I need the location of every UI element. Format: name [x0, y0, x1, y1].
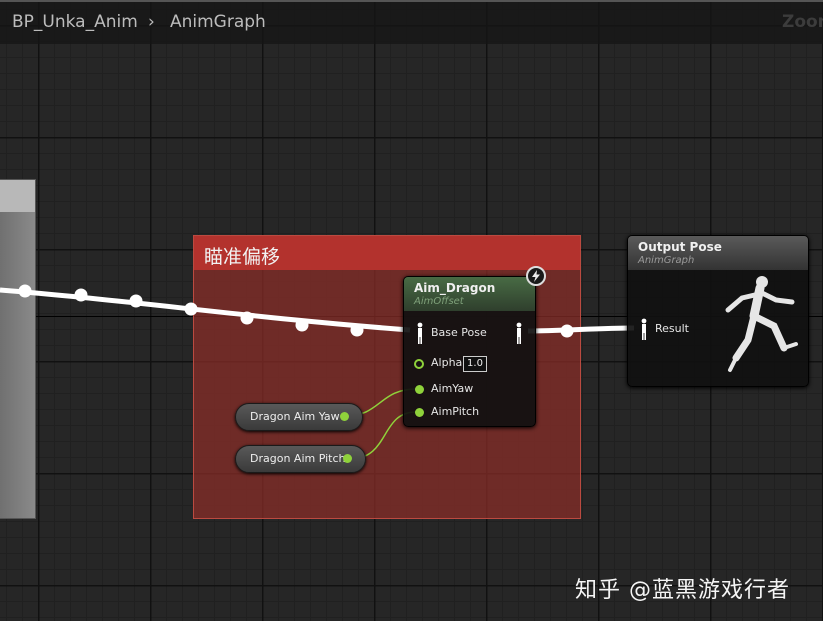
aim-offset-node-title: Aim_Dragon [414, 281, 496, 295]
aim-pitch-pin[interactable] [415, 408, 424, 417]
pose-pin-in-icon[interactable] [416, 322, 424, 344]
output-pose-node-subtitle: AnimGraph [638, 255, 695, 266]
watermark: 知乎 @蓝黑游戏行者 [575, 578, 790, 603]
lightning-icon [526, 266, 546, 286]
breadcrumb-blueprint[interactable]: BP_Unka_Anim [12, 12, 138, 32]
aim-pitch-label: AimPitch [431, 405, 480, 418]
dragon-aim-yaw-label: Dragon Aim Yaw [250, 410, 340, 423]
breadcrumb-chevron-icon: › [148, 12, 155, 32]
dragon-aim-yaw-variable[interactable]: Dragon Aim Yaw [235, 403, 363, 431]
aim-offset-node-subtitle: AimOffset [414, 296, 464, 307]
aim-yaw-label: AimYaw [431, 382, 474, 395]
alpha-label: Alpha [431, 356, 463, 369]
breadcrumb-graph[interactable]: AnimGraph [170, 12, 266, 32]
aim-yaw-pin[interactable] [415, 385, 424, 394]
comment-header[interactable]: 瞄准偏移 [194, 236, 580, 270]
dragon-aim-pitch-label: Dragon Aim Pitch [250, 452, 346, 465]
output-pose-node-title: Output Pose [638, 240, 722, 254]
dragon-aim-pitch-variable[interactable]: Dragon Aim Pitch [235, 445, 366, 473]
running-figure-icon [725, 276, 798, 372]
result-pin-icon[interactable] [640, 318, 648, 340]
result-label: Result [655, 322, 689, 335]
aim-offset-node[interactable]: Aim_Dragon AimOffset Base Pose Alpha 1.0… [403, 276, 536, 427]
graph-breadcrumb-bar: BP_Unka_Anim › AnimGraph Zoom [0, 0, 823, 44]
output-pose-node[interactable]: Output Pose AnimGraph Result [627, 235, 809, 387]
alpha-pin[interactable] [414, 359, 424, 369]
pose-pin-out-icon[interactable] [515, 322, 523, 344]
comment-title: 瞄准偏移 [204, 246, 281, 268]
base-pose-label: Base Pose [431, 326, 487, 339]
dragon-aim-pitch-pin[interactable] [343, 454, 352, 463]
state-machine-node[interactable] [0, 179, 36, 519]
state-machine-node-header [0, 180, 35, 212]
zoom-label: Zoom [782, 12, 823, 32]
dragon-aim-yaw-pin[interactable] [340, 412, 349, 421]
alpha-input[interactable]: 1.0 [463, 356, 487, 372]
